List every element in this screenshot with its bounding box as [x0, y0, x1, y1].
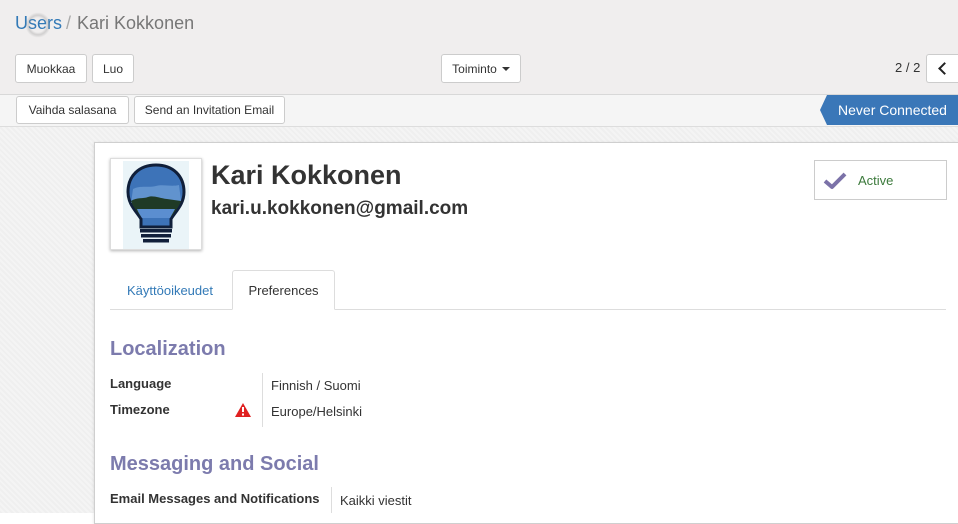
create-button[interactable]: Luo: [92, 54, 134, 83]
language-field[interactable]: Finnish / Suomi: [271, 378, 361, 393]
edit-button[interactable]: Muokkaa: [15, 54, 87, 83]
timezone-label: Timezone: [110, 402, 170, 417]
active-toggle-button[interactable]: Active: [814, 160, 947, 200]
timezone-field[interactable]: Europe/Helsinki: [271, 404, 362, 419]
localization-title: Localization: [110, 338, 226, 360]
action-dropdown-label: Toiminto: [452, 61, 497, 76]
user-avatar[interactable]: [110, 158, 202, 250]
email-notifications-field[interactable]: Kaikki viestit: [340, 493, 412, 508]
caret-down-icon: [501, 66, 510, 71]
change-password-button[interactable]: Vaihda salasana: [16, 96, 129, 124]
breadcrumb-separator: /: [66, 13, 72, 33]
tab-preferences[interactable]: Preferences: [232, 270, 335, 310]
language-label: Language: [110, 376, 172, 391]
active-label: Active: [858, 173, 894, 188]
field-divider: [262, 373, 263, 427]
user-email[interactable]: kari.u.kokkonen@gmail.com: [211, 198, 468, 220]
breadcrumb-current: Kari Kokkonen: [77, 13, 195, 33]
user-name[interactable]: Kari Kokkonen: [211, 160, 402, 191]
email-notifications-label: Email Messages and Notifications: [110, 491, 320, 506]
chevron-left-icon: [938, 62, 951, 75]
action-dropdown[interactable]: Toiminto: [441, 54, 521, 83]
status-never-connected[interactable]: Never Connected: [820, 95, 958, 125]
warning-icon[interactable]: [235, 403, 251, 417]
breadcrumb: Users / Kari Kokkonen: [15, 13, 194, 34]
check-icon: [823, 172, 847, 189]
tab-access-rights[interactable]: Käyttöoikeudet: [110, 270, 230, 310]
breadcrumb-users-link[interactable]: Users: [15, 13, 62, 33]
send-invitation-button[interactable]: Send an Invitation Email: [134, 96, 285, 124]
avatar-image: [123, 161, 189, 249]
field-divider: [331, 487, 332, 513]
messaging-title: Messaging and Social: [110, 453, 319, 475]
pager-previous-button[interactable]: [926, 54, 958, 83]
pager-value: 2 / 2: [895, 60, 921, 75]
